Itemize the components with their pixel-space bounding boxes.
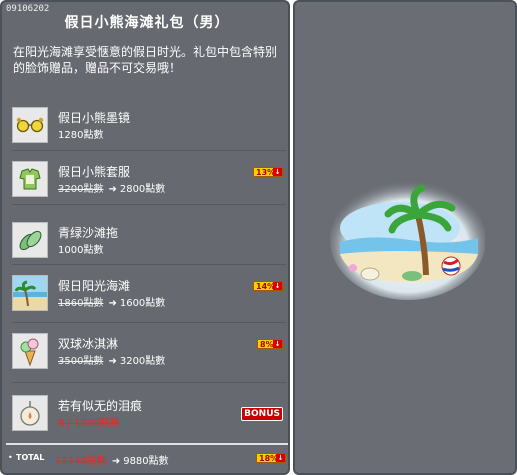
item-name: 假日阳光海滩 — [58, 279, 131, 293]
arrow-icon: ➜ — [108, 298, 117, 309]
package-title: 假日小熊海滩礼包（男） — [64, 15, 230, 31]
total-sale-price: 9880點數 — [123, 456, 169, 467]
sunglasses-icon — [12, 107, 48, 143]
down-arrow-icon: ↓ — [273, 168, 282, 176]
item-name: 若有似无的泪痕 — [58, 399, 143, 413]
item-name: 假日小熊套服 — [58, 165, 131, 179]
divider — [12, 264, 286, 265]
divider — [12, 150, 286, 151]
down-arrow-icon: ↓ — [276, 454, 285, 462]
package-description: 在阳光海滩享受惬意的假日时光。礼包中包含特别的脸饰赠品，赠品不可交易哦！ — [13, 45, 278, 75]
bonus-badge: BONUS — [241, 407, 283, 421]
original-price: 3200點數 — [58, 184, 104, 195]
item-price: 1000點數 — [58, 245, 104, 256]
total-row: • TOTAL 12140點數 ➜ 9880點數 18% ↓ — [6, 453, 288, 467]
sandals-icon — [12, 222, 48, 258]
arrow-icon: ➜ — [108, 184, 117, 195]
beach-icon — [12, 275, 48, 311]
total-discount-badge: 18% ↓ — [256, 453, 286, 463]
list-item-sunglasses[interactable]: 假日小熊墨镜 1280點數 — [12, 102, 286, 148]
item-price: 1280點數 — [58, 130, 104, 141]
face-accessory-icon — [12, 395, 48, 431]
arrow-icon: ➜ — [108, 356, 117, 367]
total-label: TOTAL — [16, 453, 45, 462]
sale-price: 2800點數 — [119, 184, 166, 195]
list-item-tear-mark[interactable]: 若有似无的泪痕 0 / 1280點數 BONUS — [12, 390, 286, 436]
total-divider — [6, 443, 288, 445]
arrow-icon: ➜ — [111, 456, 121, 467]
original-price: 3500點數 — [58, 356, 104, 367]
package-details-panel: 09106202 假日小熊海滩礼包（男） 在阳光海滩享受惬意的假日时光。礼包中包… — [0, 0, 290, 475]
discount-badge: 8% ↓ — [257, 339, 283, 349]
divider — [12, 204, 286, 205]
original-price: 1860點數 — [58, 298, 104, 309]
list-item-sandals[interactable]: 青绿沙滩拖 1000點數 — [12, 217, 286, 263]
sale-price: 1600點數 — [119, 298, 166, 309]
discount-badge: 13% ↓ — [253, 167, 283, 177]
gift-price: 0 / 1280點數 — [58, 418, 120, 429]
down-arrow-icon: ↓ — [273, 282, 282, 290]
list-item-outfit[interactable]: 假日小熊套服 3200點數 ➜ 2800點數 13% ↓ — [12, 156, 286, 202]
total-original-price: 12140點數 — [55, 456, 107, 467]
item-name: 假日小熊墨镜 — [58, 111, 131, 125]
ice-cream-icon — [12, 333, 48, 369]
beach-preview-image — [330, 180, 485, 300]
discount-badge: 14% ↓ — [253, 281, 283, 291]
divider — [12, 322, 286, 323]
outfit-icon — [12, 161, 48, 197]
list-item-ice-cream[interactable]: 双球冰淇淋 3500點數 ➜ 3200點數 8% ↓ — [12, 328, 286, 374]
item-name: 青绿沙滩拖 — [58, 226, 119, 240]
sale-price: 3200點數 — [119, 356, 166, 367]
bullet-icon: • — [8, 453, 13, 462]
divider — [12, 382, 286, 383]
list-item-beach[interactable]: 假日阳光海滩 1860點數 ➜ 1600點數 14% ↓ — [12, 270, 286, 316]
down-arrow-icon: ↓ — [273, 340, 282, 348]
item-name: 双球冰淇淋 — [58, 337, 119, 351]
